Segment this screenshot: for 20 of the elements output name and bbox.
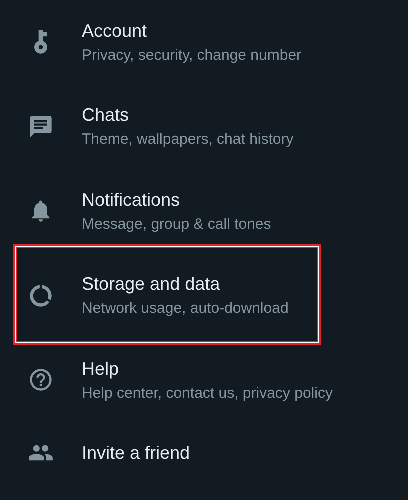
help-icon — [28, 367, 54, 394]
chat-icon — [28, 114, 54, 140]
settings-item[interactable]: Help Help center, contact us, privacy policy — [0, 338, 408, 422]
item-subtitle: Privacy, security, change number — [82, 46, 302, 66]
settings-item[interactable]: Notifications Message, group & call tones — [0, 169, 408, 254]
item-title: Storage and data — [82, 273, 222, 296]
data-usage-icon — [28, 282, 54, 309]
item-subtitle: Help center, contact us, privacy policy — [82, 384, 333, 404]
item-subtitle: Network usage, auto-download — [82, 299, 289, 320]
item-subtitle: Theme, wallpapers, chat history — [82, 130, 294, 150]
item-title: Help — [82, 358, 120, 381]
settings-item[interactable]: Chats Theme, wallpapers, chat history — [0, 84, 408, 169]
settings-item[interactable]: Storage and data Network usage, auto-download — [0, 254, 408, 338]
item-subtitle: Message, group & call tones — [82, 214, 272, 235]
settings-item[interactable]: Account Privacy, security, change number — [0, 0, 408, 84]
item-title: Account — [82, 20, 148, 43]
item-title: Chats — [82, 104, 130, 128]
item-title: Notifications — [82, 188, 182, 212]
settings-item[interactable]: Invite a friend — [0, 422, 408, 482]
item-title: Invite a friend — [82, 442, 190, 464]
